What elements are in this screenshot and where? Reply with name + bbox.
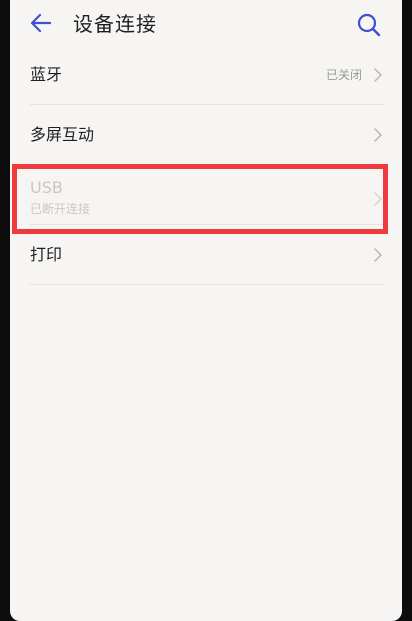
row-label-bluetooth: 蓝牙 [30,65,63,84]
back-arrow-icon[interactable] [28,10,54,36]
row-label-usb: USB [30,178,63,197]
app-bar: 设备连接 [10,0,402,48]
settings-row-print[interactable]: 打印 [30,226,384,285]
settings-row-bluetooth[interactable]: 蓝牙 已关闭 [30,48,384,105]
chevron-right-icon [374,128,382,142]
settings-screen: 设备连接 蓝牙 已关闭 多屏互动 USB 已断开连接 打印 [10,0,402,621]
usb-status-sublabel: 已断开连接 [30,202,91,216]
settings-row-multiscreen[interactable]: 多屏互动 [30,104,384,165]
chevron-right-icon [374,248,382,262]
chevron-right-icon [374,192,382,206]
search-icon[interactable] [356,12,382,38]
page-title: 设备连接 [73,12,157,36]
row-label-multiscreen: 多屏互动 [30,125,95,144]
chevron-right-icon [374,68,382,82]
settings-row-usb: USB 已断开连接 [30,164,384,225]
row-label-print: 打印 [30,245,63,264]
bluetooth-status-value: 已关闭 [325,68,362,82]
